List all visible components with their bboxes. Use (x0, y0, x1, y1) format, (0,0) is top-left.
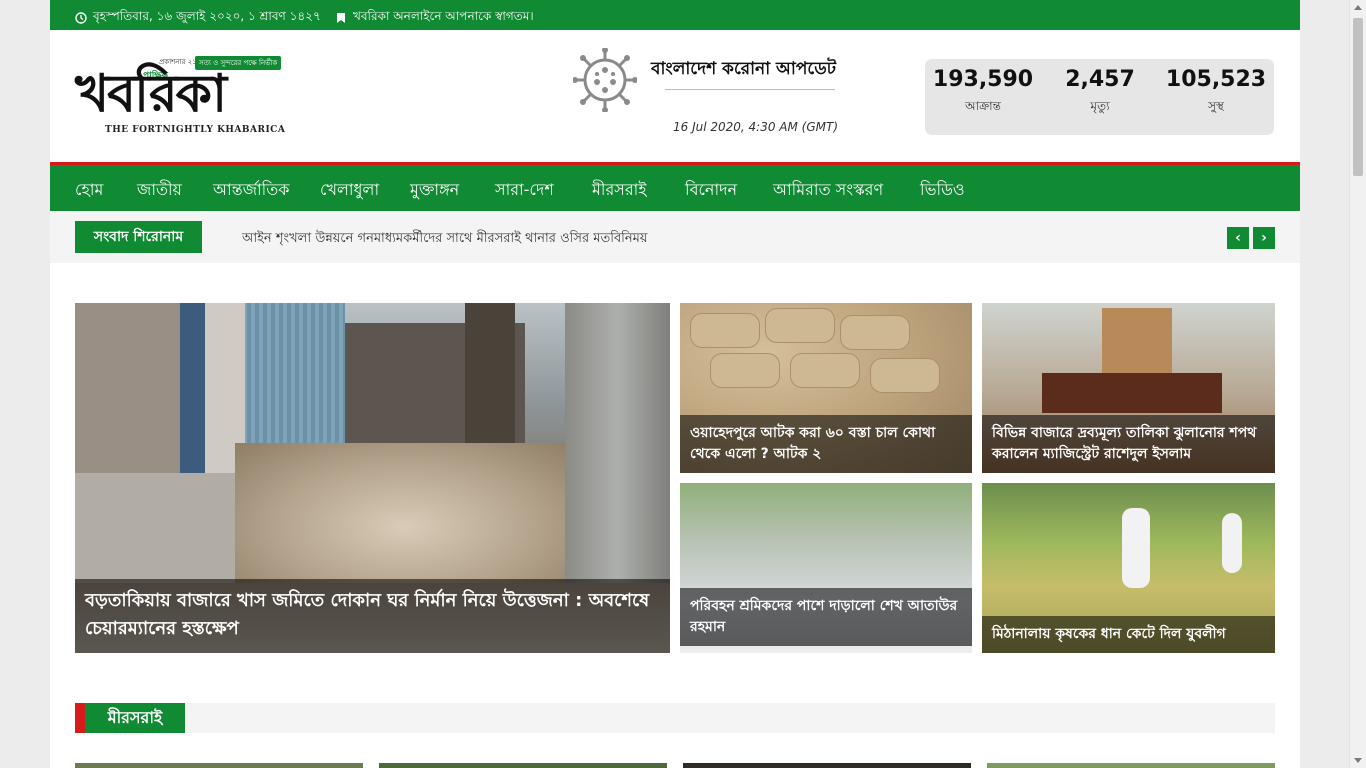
scrollbar-thumb[interactable] (1353, 18, 1363, 176)
ticker-prev-button[interactable]: ‹ (1227, 227, 1249, 249)
main-nav: হোম জাতীয় আন্তর্জাতিক খেলাধুলা মুক্তাঙ্… (50, 162, 1300, 214)
page-scrollbar[interactable] (1349, 0, 1366, 768)
stat-infected: 193,590 আক্রান্ত (928, 67, 1038, 118)
stat-deaths: 2,457 মৃত্যু (1045, 67, 1155, 118)
divider (665, 89, 835, 90)
date-text: বৃহস্পতিবার, ১৬ জুলাই ২০২০, ১ শ্রাবণ ১৪২… (93, 9, 321, 23)
logo-english: THE FORTNIGHTLY KHABARICA (105, 125, 286, 135)
scroll-up-icon[interactable] (1354, 5, 1362, 10)
photo-shape (75, 473, 245, 583)
news-title[interactable]: মিঠানালায় কৃষকের ধান কেটে দিল যুবলীগ (982, 616, 1275, 653)
photo-shape (710, 353, 780, 388)
nav-emirates-edition[interactable]: আমিরাত সংস্করণ (773, 177, 883, 204)
section-thumbnail[interactable] (683, 763, 971, 768)
nav-video[interactable]: ভিডিও (920, 177, 965, 204)
photo-shape (870, 358, 940, 393)
stat-deaths-value: 2,457 (1065, 67, 1135, 92)
nav-international[interactable]: আন্তর্জাতিক (213, 177, 289, 204)
section-header: মীরসরাই (75, 703, 1275, 733)
news-ticker: সংবাদ শিরোনাম আইন শৃংখলা উন্নয়নে গনমাধ্… (50, 211, 1300, 263)
photo-shape (1102, 308, 1172, 378)
stat-recovered: 105,523 সুস্থ (1161, 67, 1271, 118)
stat-infected-value: 193,590 (932, 67, 1034, 92)
page: বৃহস্পতিবার, ১৬ জুলাই ২০২০, ১ শ্রাবণ ১৪২… (50, 0, 1300, 768)
welcome-message: খবরিকা অনলাইনে আপনাকে স্বাগতম। (335, 8, 534, 28)
news-card[interactable]: পরিবহন শ্রমিকদের পাশে দাড়ালো শেখ আতাউর … (680, 483, 972, 653)
photo-shape (465, 303, 515, 463)
top-bar: বৃহস্পতিবার, ১৬ জুলাই ২০২০, ১ শ্রাবণ ১৪২… (50, 0, 1300, 30)
nav-sports[interactable]: খেলাধুলা (320, 177, 379, 204)
photo-shape (565, 303, 670, 583)
photo-shape (680, 646, 972, 653)
photo-shape (765, 308, 835, 343)
logo-brand: খবরিকা (75, 63, 227, 124)
section-accent (75, 703, 85, 733)
nav-mirsarai[interactable]: মীরসরাই (592, 177, 647, 204)
photo-shape (1222, 513, 1242, 573)
ticker-label: সংবাদ শিরোনাম (75, 221, 202, 253)
nav-entertainment[interactable]: বিনোদন (685, 177, 737, 204)
photo-shape (1122, 508, 1150, 588)
welcome-text: খবরিকা অনলাইনে আপনাকে স্বাগতম। (353, 9, 534, 23)
date-display: বৃহস্পতিবার, ১৬ জুলাই ২০২০, ১ শ্রাবণ ১৪২… (75, 8, 321, 28)
clock-icon (75, 12, 87, 24)
news-title[interactable]: বিভিন্ন বাজারে দ্রব্যমূল্য তালিকা ঝুলানো… (982, 415, 1275, 473)
corona-title: বাংলাদেশ করোনা আপডেট (651, 59, 837, 79)
news-title[interactable]: ওয়াহেদপুরে আটক করা ৬০ বস্তা চাল কোথা থে… (680, 415, 972, 473)
nav-home[interactable]: হোম (75, 177, 104, 214)
photo-shape (690, 313, 760, 348)
news-title[interactable]: পরিবহন শ্রমিকদের পাশে দাড়ালো শেখ আতাউর … (680, 588, 972, 646)
virus-icon (573, 48, 637, 112)
section-thumbnail[interactable] (75, 763, 363, 768)
news-card[interactable]: বিভিন্ন বাজারে দ্রব্যমূল্য তালিকা ঝুলানো… (982, 303, 1275, 473)
ticker-next-button[interactable]: › (1253, 227, 1275, 249)
section-thumbnail[interactable] (987, 763, 1275, 768)
header: প্রকাশনার ২১ বছর সত্য ও সুন্দরের পক্ষে ন… (50, 30, 1300, 162)
nav-home-label: হোম (75, 180, 104, 199)
scroll-down-icon[interactable] (1354, 758, 1362, 763)
site-logo[interactable]: প্রকাশনার ২১ বছর সত্য ও সুন্দরের পক্ষে ন… (75, 56, 325, 138)
corona-stats: 193,590 আক্রান্ত 2,457 মৃত্যু 105,523 সু… (925, 59, 1274, 135)
bookmark-icon (337, 13, 345, 23)
section-title[interactable]: মীরসরাই (85, 703, 185, 733)
news-card[interactable]: ওয়াহেদপুরে আটক করা ৬০ বস্তা চাল কোথা থে… (680, 303, 972, 473)
ticker-headline[interactable]: আইন শৃংখলা উন্নয়নে গনমাধ্যমকর্মীদের সাথ… (242, 229, 648, 250)
photo-shape (840, 315, 910, 350)
lead-news-title[interactable]: বড়তাকিয়ায় বাজারে খাস জমিতে দোকান ঘর ন… (75, 579, 670, 653)
nav-national[interactable]: জাতীয় (137, 177, 182, 204)
nav-open-forum[interactable]: মুক্তাঙ্গন (410, 177, 459, 204)
lead-news-card[interactable]: বড়তাকিয়ায় বাজারে খাস জমিতে দোকান ঘর ন… (75, 303, 670, 653)
photo-shape (235, 443, 575, 583)
corona-update: বাংলাদেশ করোনা আপডেট 16 Jul 2020, 4:30 A… (573, 48, 843, 148)
photo-shape (1042, 373, 1222, 413)
nav-countrywide[interactable]: সারা-দেশ (495, 177, 554, 204)
stat-recovered-value: 105,523 (1165, 67, 1267, 92)
stat-deaths-label: মৃত্যু (1090, 99, 1110, 113)
section-thumbnail[interactable] (379, 763, 667, 768)
news-card[interactable]: মিঠানালায় কৃষকের ধান কেটে দিল যুবলীগ (982, 483, 1275, 653)
stat-infected-label: আক্রান্ত (965, 99, 1001, 113)
corona-date: 16 Jul 2020, 4:30 AM (GMT) (673, 120, 839, 134)
stat-recovered-label: সুস্থ (1208, 99, 1224, 113)
photo-shape (790, 353, 860, 388)
photo-shape (235, 303, 345, 453)
